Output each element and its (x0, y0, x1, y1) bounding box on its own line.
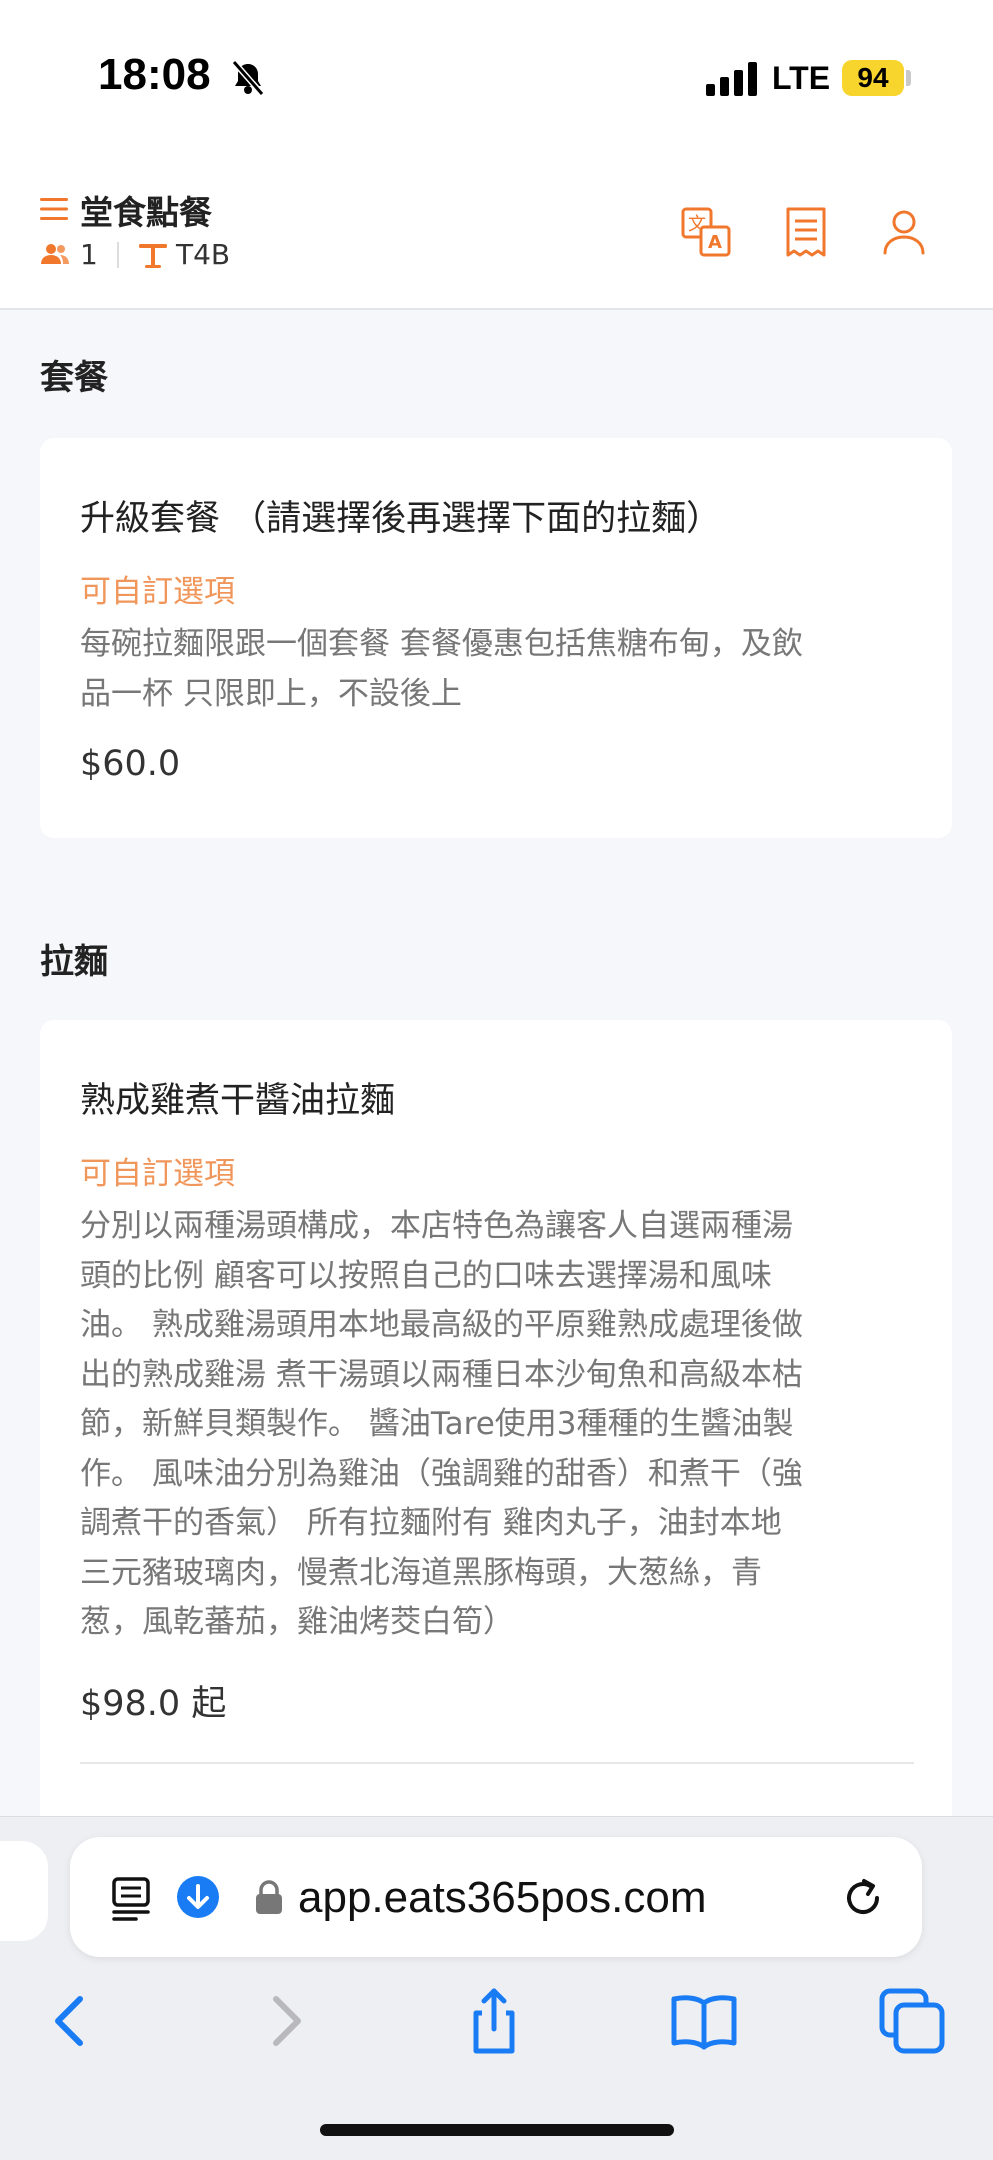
item-description: 分別以兩種湯頭構成，本店特色為讓客人自選兩種湯 頭的比例 顧客可以按照自己的口味… (80, 1202, 930, 1648)
customizable-tag: 可自訂選項 (80, 574, 235, 610)
bookmarks-icon[interactable] (668, 1985, 740, 2057)
reader-icon[interactable] (108, 1875, 154, 1921)
item-description-line: 分別以兩種湯頭構成，本店特色為讓客人自選兩種湯 (80, 1208, 793, 1244)
item-description-line: 每碗拉麵限跟一個套餐 套餐優惠包括焦糖布甸，及飲 (80, 626, 803, 662)
header-divider (117, 242, 119, 268)
reload-icon[interactable] (840, 1875, 886, 1921)
network-type: LTE (772, 60, 831, 96)
item-description-line: 節，新鮮貝類製作。 醬油Tare使用3種種的生醬油製 (80, 1406, 794, 1442)
page-title: 堂食點餐 (80, 193, 212, 232)
status-bar: 18:08 LTE 94 (0, 0, 993, 150)
signal-icon (706, 62, 757, 96)
previous-tab-preview[interactable] (0, 1841, 48, 1941)
item-name: 升級套餐 （請選擇後再選擇下面的拉麵） (80, 499, 722, 539)
battery-level: 94 (842, 60, 904, 96)
app-header: 堂食點餐 1 T4B 文 A (0, 150, 993, 310)
section-title-ramen: 拉麵 (40, 942, 108, 982)
section-title-set-meal: 套餐 (40, 358, 108, 398)
receipt-icon[interactable] (780, 206, 832, 258)
download-icon[interactable] (176, 1875, 220, 1919)
share-icon[interactable] (458, 1985, 530, 2057)
item-description-line: 葱，風乾蕃茄，雞油烤茭白筍） (80, 1604, 514, 1640)
tabs-icon[interactable] (876, 1985, 948, 2057)
item-name: 熟成雞煮干醬油拉麵 (80, 1081, 396, 1121)
table-icon (139, 244, 167, 268)
user-icon[interactable] (878, 206, 930, 258)
battery-nub (906, 70, 911, 86)
item-description-line: 三元豬玻璃肉，慢煮北海道黑豚梅頭，大葱絲，青 (80, 1554, 762, 1591)
home-indicator (320, 2124, 674, 2136)
item-description-line: 頭的比例 顧客可以按照自己的口味去選擇湯和風味 (80, 1257, 772, 1294)
item-description-line: 調煮干的香氣） 所有拉麵附有 雞肉丸子，油封本地 (80, 1505, 782, 1541)
url-text[interactable]: app.eats365pos.com (298, 1873, 707, 1923)
item-price: $60.0 (80, 744, 181, 784)
address-bar[interactable]: app.eats365pos.com (70, 1837, 922, 1957)
svg-text:A: A (708, 232, 722, 253)
table-number: T4B (176, 238, 231, 271)
back-icon[interactable] (34, 1985, 106, 2057)
menu-icon[interactable] (40, 196, 68, 222)
menu-item-card[interactable]: 熟成雞煮干醬油拉麵 可自訂選項 分別以兩種湯頭構成，本店特色為讓客人自選兩種湯 … (40, 1020, 952, 1840)
forward-icon[interactable] (250, 1985, 322, 2057)
item-description: 每碗拉麵限跟一個套餐 套餐優惠包括焦糖布甸，及飲 品一杯 只限即上，不設後上 (80, 620, 930, 719)
browser-toolbar: app.eats365pos.com (0, 1816, 993, 2160)
item-description-line: 作。 風味油分別為雞油（強調雞的甜香）和煮干（強 (80, 1455, 803, 1492)
customizable-tag: 可自訂選項 (80, 1156, 235, 1192)
lock-icon (256, 1880, 282, 1914)
item-description-line: 品一杯 只限即上，不設後上 (80, 675, 462, 712)
guest-count: 1 (80, 238, 98, 271)
bell-slash-icon (231, 60, 265, 96)
card-divider (80, 1762, 914, 1764)
menu-item-card[interactable]: 升級套餐 （請選擇後再選擇下面的拉麵） 可自訂選項 每碗拉麵限跟一個套餐 套餐優… (40, 438, 952, 838)
item-description-line: 油。 熟成雞湯頭用本地最高級的平原雞熟成處理後做 (80, 1307, 803, 1343)
item-price: $98.0 起 (80, 1684, 227, 1724)
translate-icon[interactable]: 文 A (680, 206, 732, 258)
people-icon (41, 244, 69, 264)
status-time: 18:08 (98, 50, 211, 99)
item-description-line: 出的熟成雞湯 煮干湯頭以兩種日本沙甸魚和高級本枯 (80, 1356, 803, 1393)
